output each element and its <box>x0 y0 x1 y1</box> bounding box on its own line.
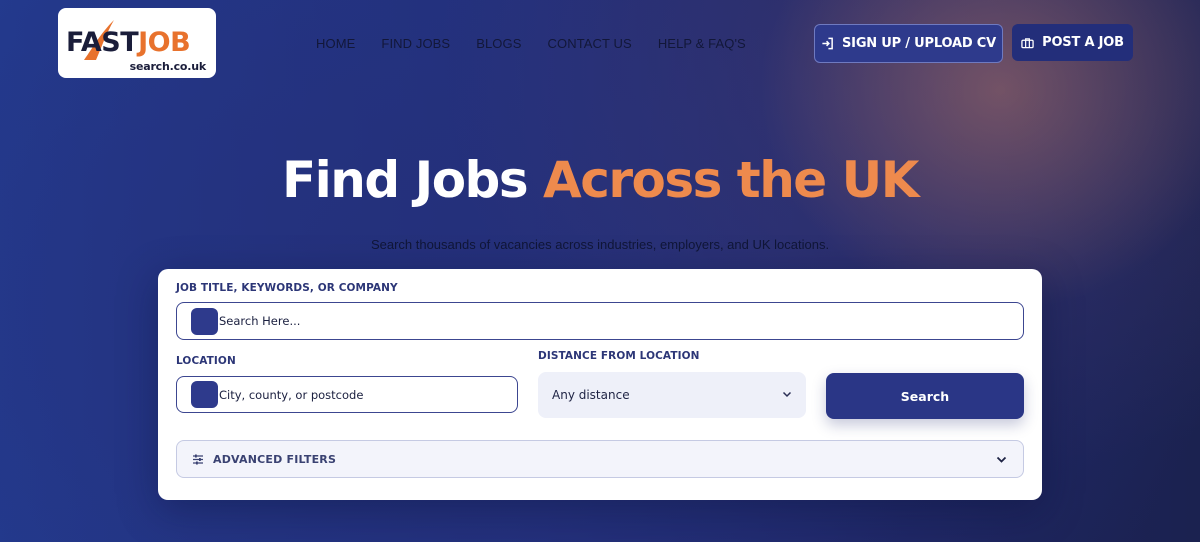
nav-find-jobs[interactable]: FIND JOBS <box>381 36 450 51</box>
nav-home[interactable]: HOME <box>316 36 355 51</box>
location-label: LOCATION <box>176 355 236 367</box>
location-placeholder: City, county, or postcode <box>219 387 364 402</box>
job-search-card: JOB TITLE, KEYWORDS, OR COMPANY Search H… <box>158 269 1042 500</box>
location-pin-icon <box>191 381 218 408</box>
nav-help-faqs[interactable]: HELP & FAQ'S <box>658 36 746 51</box>
search-icon <box>191 308 218 335</box>
signup-upload-cv-button[interactable]: SIGN UP / UPLOAD CV <box>814 24 1003 63</box>
chevron-down-icon <box>996 456 1007 463</box>
advanced-filters-toggle[interactable]: ADVANCED FILTERS <box>176 440 1024 478</box>
search-button-label: Search <box>900 388 950 404</box>
post-job-button[interactable]: POST A JOB <box>1012 24 1133 61</box>
site-logo[interactable]: FASTJOB search.co.uk <box>58 8 216 78</box>
keyword-search-input[interactable]: Search Here... <box>176 302 1024 340</box>
briefcase-icon <box>1021 37 1034 48</box>
distance-value: Any distance <box>552 388 630 402</box>
hero-title: Find Jobs Across the UK <box>0 150 1200 210</box>
logo-wordmark: FASTJOB <box>66 27 191 58</box>
hero-title-part1: Find Jobs <box>282 151 544 209</box>
hero-title-accent: Across the UK <box>543 151 919 209</box>
search-button[interactable]: Search <box>826 373 1024 419</box>
login-arrow-icon <box>822 37 833 50</box>
post-job-label: POST A JOB <box>1042 35 1124 50</box>
advanced-filters-label: ADVANCED FILTERS <box>213 452 337 466</box>
hero-subtitle: Search thousands of vacancies across ind… <box>370 237 830 252</box>
distance-select[interactable]: Any distance <box>538 372 806 418</box>
logo-subtext: search.co.uk <box>129 60 207 73</box>
nav-blogs[interactable]: BLOGS <box>476 36 521 51</box>
nav-contact-us[interactable]: CONTACT US <box>548 36 632 51</box>
signup-button-label: SIGN UP / UPLOAD CV <box>842 36 996 51</box>
keyword-label: JOB TITLE, KEYWORDS, OR COMPANY <box>176 282 398 294</box>
chevron-down-icon <box>782 391 792 398</box>
location-input[interactable]: City, county, or postcode <box>176 376 518 413</box>
distance-label: DISTANCE FROM LOCATION <box>538 350 700 362</box>
sliders-icon <box>193 454 203 465</box>
keyword-placeholder: Search Here... <box>219 314 301 328</box>
main-nav: HOME FIND JOBS BLOGS CONTACT US HELP & F… <box>316 36 772 51</box>
